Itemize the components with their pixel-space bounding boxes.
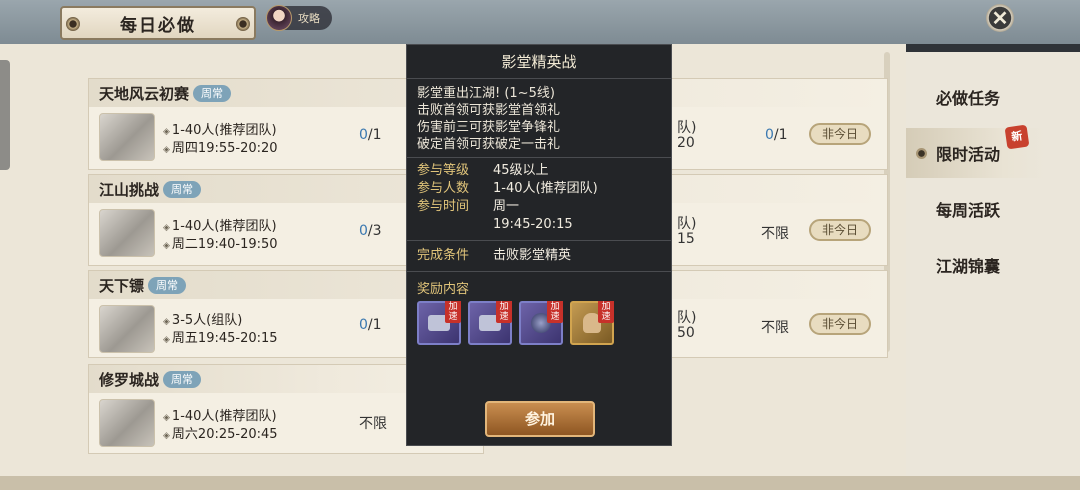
description-line: 伤害前三可获影堂争锋礼 <box>417 120 561 135</box>
card-fragment: 20 <box>677 135 695 151</box>
event-thumbnail-icon <box>99 209 155 257</box>
speed-up-tag: 加速 <box>598 301 614 323</box>
card-title: 天地风云初赛 <box>99 84 190 103</box>
card-title: 修罗城战 <box>99 370 160 389</box>
not-today-button[interactable]: 非今日 <box>809 219 871 241</box>
weekly-tag: 周常 <box>148 276 187 294</box>
card-time: 周六20:25-20:45 <box>163 423 278 442</box>
card-title: 江山挑战 <box>99 180 160 199</box>
time-label: 参与时间 <box>417 199 470 214</box>
completion-condition: 完成条件 击败影堂精英 <box>407 241 671 272</box>
card-fragment: 50 <box>677 325 695 341</box>
pouch-icon[interactable]: 加速 <box>570 301 614 345</box>
card-time: 周四19:55-20:20 <box>163 137 278 156</box>
chest-icon[interactable]: 加速 <box>468 301 512 345</box>
tab-label: 江湖锦囊 <box>936 257 1001 276</box>
card-limit: 不限 <box>761 320 789 336</box>
people-value: 1-40人(推荐团队) <box>493 181 598 196</box>
card-limit: 不限 <box>761 226 789 242</box>
speed-up-tag: 加速 <box>547 301 563 323</box>
people-label: 参与人数 <box>417 181 470 196</box>
popup-description: 影堂重出江湖! (1~5线) 击败首领可获影堂首领礼 伤害前三可获影堂争锋礼 破… <box>407 79 671 158</box>
tab-label: 每周活跃 <box>936 201 1001 220</box>
chest-icon[interactable]: 加速 <box>417 301 461 345</box>
tab-jianghu-tips[interactable]: 江湖锦囊 <box>906 240 1046 290</box>
selected-dot-icon <box>916 148 927 159</box>
tab-limited-events[interactable]: 限时活动 新 <box>906 124 1046 178</box>
participation-info: 参与等级 45级以上 参与人数 1-40人(推荐团队) 参与时间 周一 19:45-2… <box>407 158 671 241</box>
level-label: 参与等级 <box>417 163 470 178</box>
tab-must-do[interactable]: 必做任务 <box>906 72 1046 122</box>
guide-button[interactable]: 攻略 <box>266 5 332 31</box>
tab-label: 限时活动 <box>936 145 1001 164</box>
new-badge: 新 <box>1004 124 1030 150</box>
bottom-border <box>0 476 1080 490</box>
event-thumbnail-icon <box>99 113 155 161</box>
close-button[interactable]: ✕ <box>986 4 1014 32</box>
card-fragment: 15 <box>677 231 695 247</box>
card-time: 周五19:45-20:15 <box>163 327 278 346</box>
weekly-tag: 周常 <box>163 180 202 198</box>
card-players: 1-40人(推荐团队) <box>163 405 277 424</box>
card-fragment: 队) <box>677 120 697 136</box>
card-count: 0/1 <box>359 317 382 333</box>
card-limit: 不限 <box>359 416 387 432</box>
plaque-ornament-icon <box>236 17 250 31</box>
time-range: 19:45-20:15 <box>493 217 573 232</box>
plaque-ornament-icon <box>66 17 80 31</box>
page-title: 每日必做 <box>60 6 256 40</box>
event-detail-popup: 影堂精英战 影堂重出江湖! (1~5线) 击败首领可获影堂首领礼 伤害前三可获影… <box>406 44 672 446</box>
description-line: 影堂重出江湖! (1~5线) <box>417 86 555 101</box>
reward-list: 加速 加速 加速 加速 <box>407 301 671 345</box>
card-players: 3-5人(组队) <box>163 309 242 328</box>
card-fragment: 队) <box>677 310 697 326</box>
card-fragment: 队) <box>677 216 697 232</box>
card-players: 1-40人(推荐团队) <box>163 215 277 234</box>
reward-label: 奖励内容 <box>417 282 470 297</box>
card-players: 1-40人(推荐团队) <box>163 119 277 138</box>
tab-weekly-active[interactable]: 每周活跃 <box>906 184 1046 234</box>
join-button[interactable]: 参加 <box>485 401 595 437</box>
condition-value: 击败影堂精英 <box>493 248 572 263</box>
event-thumbnail-icon <box>99 305 155 353</box>
description-line: 破定首领可获破定一击礼 <box>417 137 561 152</box>
condition-label: 完成条件 <box>417 248 470 263</box>
time-day: 周一 <box>493 199 520 214</box>
guide-label: 攻略 <box>298 12 320 25</box>
speed-up-tag: 加速 <box>445 301 461 323</box>
close-icon: ✕ <box>991 6 1009 30</box>
popup-title: 影堂精英战 <box>407 45 671 79</box>
event-thumbnail-icon <box>99 399 155 447</box>
card-time: 周二19:40-19:50 <box>163 233 278 252</box>
not-today-button[interactable]: 非今日 <box>809 123 871 145</box>
page-title-text: 每日必做 <box>120 15 196 36</box>
speed-up-tag: 加速 <box>496 301 512 323</box>
card-count-right: 0/1 <box>765 127 788 143</box>
level-value: 45级以上 <box>493 163 549 178</box>
avatar <box>266 5 292 31</box>
not-today-button[interactable]: 非今日 <box>809 313 871 335</box>
card-count: 0/3 <box>359 223 382 239</box>
left-edge-handle <box>0 60 10 170</box>
card-title: 天下镖 <box>99 276 145 295</box>
weekly-tag: 周常 <box>193 84 232 102</box>
weekly-tag: 周常 <box>163 370 202 388</box>
tab-label: 必做任务 <box>936 89 1001 108</box>
description-line: 击败首领可获影堂首领礼 <box>417 103 561 118</box>
orb-icon[interactable]: 加速 <box>519 301 563 345</box>
card-count: 0/1 <box>359 127 382 143</box>
